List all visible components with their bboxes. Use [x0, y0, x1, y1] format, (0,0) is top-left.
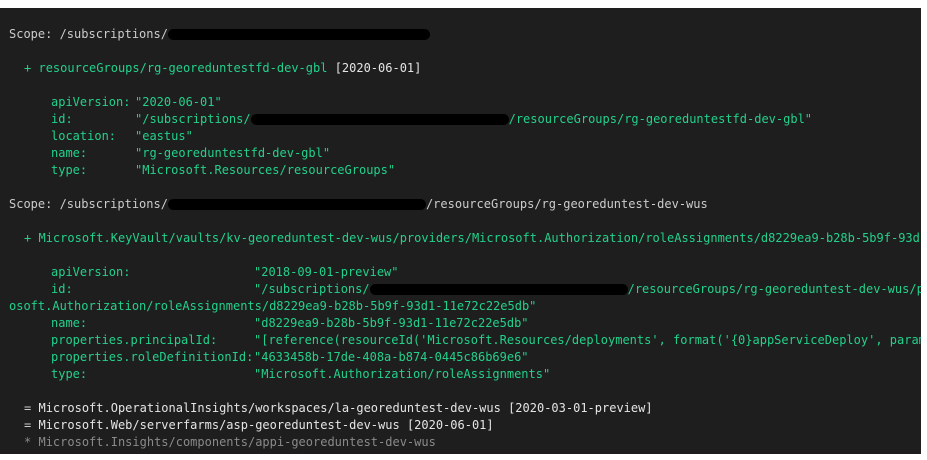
api-version: [2020-03-01-preview] — [508, 401, 653, 415]
resource-path: Microsoft.OperationalInsights/workspaces… — [38, 401, 501, 415]
scope-line-2: Scope: /subscriptions/ /resourceGroups/rg… — [9, 196, 708, 213]
resource-header-1: + resourceGroups/rg-georeduntestfd-dev-g… — [24, 60, 421, 77]
prop-value: "rg-georeduntestfd-dev-gbl" — [135, 146, 331, 160]
prop-value-suffix: /resourceGroups/rg-georeduntestfd-dev-gb… — [508, 112, 813, 126]
prop-key: name: — [51, 316, 88, 330]
prop-row: id: "/subscriptions/ /resourceGroups/rg-ge… — [51, 111, 812, 128]
redacted-subscription-id — [167, 199, 426, 210]
terminal-output: Scope: /subscriptions/ + resourceGroups/… — [0, 8, 921, 454]
wrapped-line: osoft.Authorization/roleAssignments/d822… — [9, 298, 536, 315]
prop-key: type: — [51, 163, 88, 177]
api-version: [2020-06-01] — [334, 61, 422, 75]
prop-value: "4633458b-17de-408a-b874-0445c86b69e6" — [254, 350, 529, 364]
prop-value: "2020-06-01" — [135, 95, 222, 109]
create-symbol: + — [24, 61, 32, 75]
prop-row: location: "eastus" — [51, 128, 193, 145]
prop-value: "[reference(resourceId('Microsoft.Resour… — [254, 333, 921, 347]
redacted-subscription-id — [369, 284, 628, 295]
prop-value-prefix: "/subscriptions/ — [135, 112, 251, 126]
prop-value-suffix: /resourceGroups/rg-georeduntest-dev-wus/… — [627, 282, 921, 296]
prop-value: "Microsoft.Resources/resourceGroups" — [135, 163, 396, 177]
prop-key: properties.roleDefinitionId: — [51, 350, 254, 364]
prop-row: id: "/subscriptions/ /resourceGroups/rg-ge… — [51, 281, 921, 298]
nochange-row: = Microsoft.Web/serverfarms/asp-georedun… — [24, 417, 494, 434]
resource-path: Microsoft.Web/serverfarms/asp-georedunte… — [38, 418, 400, 432]
ignore-symbol: * — [24, 435, 32, 449]
prop-row: name: "rg-georeduntestfd-dev-gbl" — [51, 145, 330, 162]
prop-row: properties.roleDefinitionId:"4633458b-17… — [51, 349, 529, 366]
prop-key: apiVersion: — [51, 95, 131, 109]
scope-line-1: Scope: /subscriptions/ — [9, 26, 430, 43]
scope-prefix: Scope: /subscriptions/ — [9, 197, 168, 211]
prop-value: "Microsoft.Authorization/roleAssignments… — [254, 367, 551, 381]
create-symbol: + — [24, 231, 32, 245]
prop-value: "2018-09-01-preview" — [254, 265, 399, 279]
nochange-symbol: = — [24, 401, 32, 415]
prop-row: name: "d8229ea9-b28b-5b9f-93d1-11e72c22e5… — [51, 315, 529, 332]
prop-value: "eastus" — [135, 129, 193, 143]
prop-key: apiVersion: — [51, 265, 131, 279]
wrapped-value: osoft.Authorization/roleAssignments/d822… — [9, 299, 537, 313]
prop-row: apiVersion: "2020-06-01" — [51, 94, 222, 111]
ignore-row: * Microsoft.Insights/components/appi-geo… — [24, 434, 436, 451]
prop-key: id: — [51, 282, 73, 296]
nochange-row: = Microsoft.OperationalInsights/workspac… — [24, 400, 653, 417]
resource-path: Microsoft.KeyVault/vaults/kv-georeduntes… — [38, 231, 921, 245]
resource-header-2: + Microsoft.KeyVault/vaults/kv-georedunt… — [24, 230, 921, 247]
scope-suffix: /resourceGroups/rg-georeduntest-dev-wus — [425, 197, 708, 211]
prop-row: apiVersion: "2018-09-01-preview" — [51, 264, 399, 281]
prop-key: id: — [51, 112, 73, 126]
redacted-subscription-id — [167, 29, 430, 40]
prop-key: type: — [51, 367, 88, 381]
redacted-subscription-id — [250, 114, 509, 125]
prop-row: type: "Microsoft.Resources/resourceGroups… — [51, 162, 395, 179]
resource-path: resourceGroups/rg-georeduntestfd-dev-gbl — [38, 61, 328, 75]
prop-row: properties.principalId: "[reference(resou… — [51, 332, 921, 349]
prop-key: properties.principalId: — [51, 333, 218, 347]
resource-path: Microsoft.Insights/components/appi-geore… — [38, 435, 436, 449]
prop-value: "d8229ea9-b28b-5b9f-93d1-11e72c22e5db" — [254, 316, 529, 330]
prop-key: name: — [51, 146, 88, 160]
prop-key: location: — [51, 129, 117, 143]
scope-prefix: Scope: /subscriptions/ — [9, 27, 168, 41]
api-version: [2020-06-01] — [406, 418, 494, 432]
prop-row: type: "Microsoft.Authorization/roleAssign… — [51, 366, 550, 383]
prop-value-prefix: "/subscriptions/ — [254, 282, 370, 296]
nochange-symbol: = — [24, 418, 32, 432]
